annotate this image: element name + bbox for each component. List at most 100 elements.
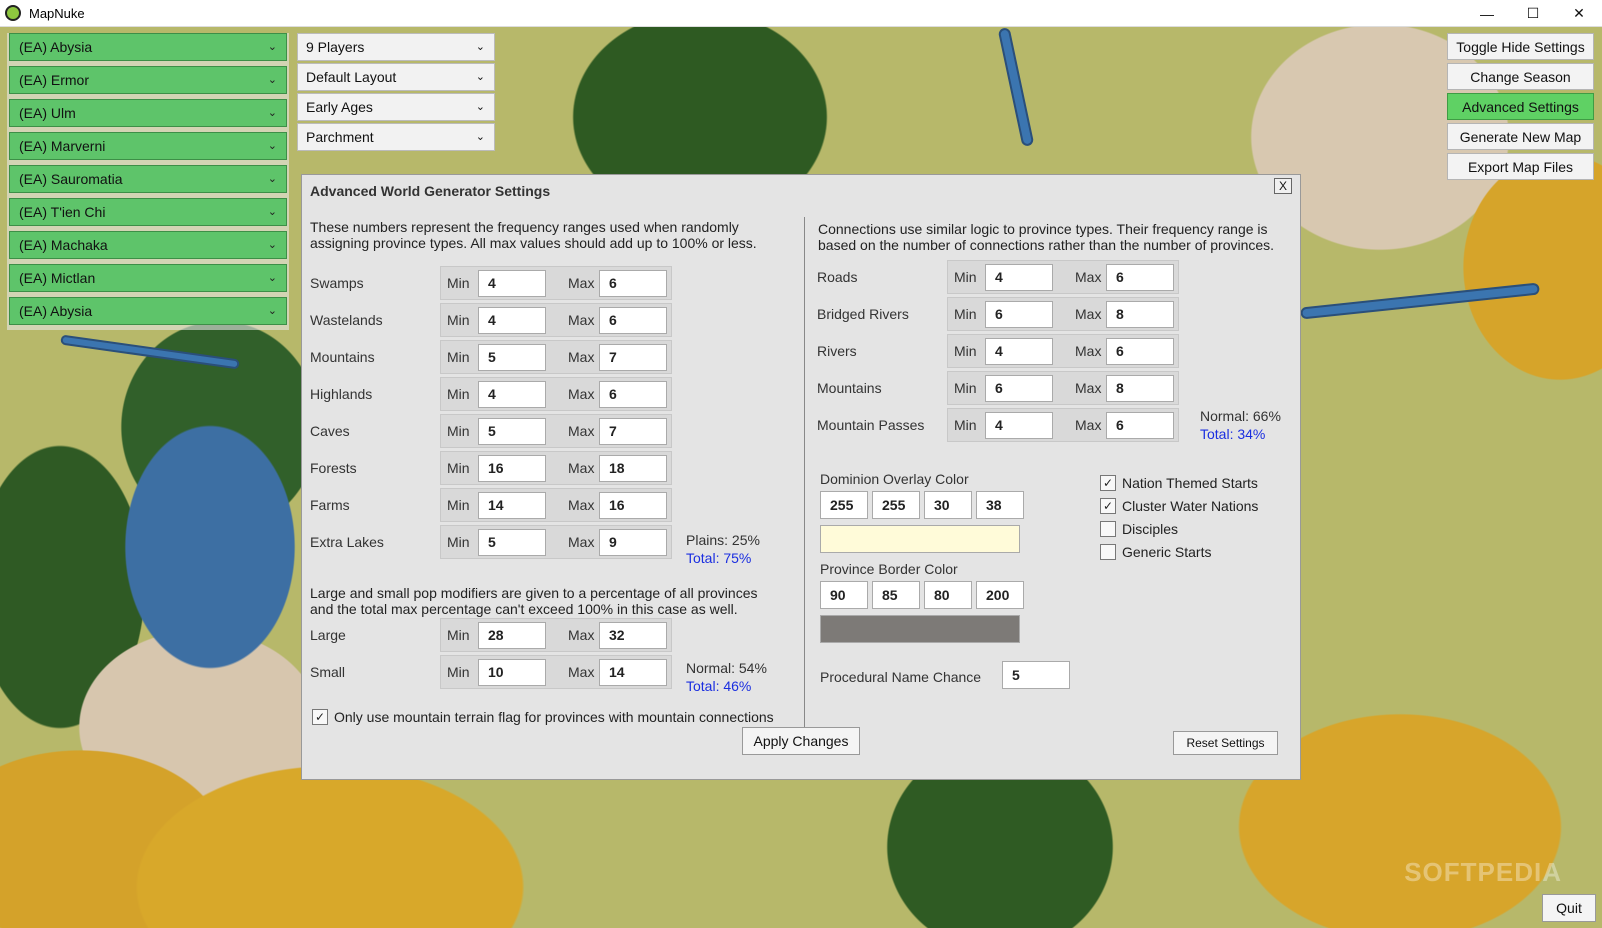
nation-dropdown[interactable]: (EA) Abysia ⌄ xyxy=(9,297,287,325)
max-label: Max xyxy=(1075,417,1102,433)
quit-button[interactable]: Quit xyxy=(1542,894,1596,922)
range-inputs: Min 4 Max 6 xyxy=(947,334,1179,368)
max-input[interactable]: 6 xyxy=(1106,411,1174,439)
min-input[interactable]: 5 xyxy=(478,343,546,371)
generate-new-map-button[interactable]: Generate New Map xyxy=(1447,123,1594,150)
minimize-icon[interactable]: — xyxy=(1464,0,1510,27)
min-input[interactable]: 5 xyxy=(478,528,546,556)
range-row: Caves Min 5 Max 7 xyxy=(310,413,672,449)
color-channel-input[interactable]: 200 xyxy=(976,581,1024,609)
min-input[interactable]: 16 xyxy=(478,454,546,482)
mountain-flag-option[interactable]: ✓ Only use mountain terrain flag for pro… xyxy=(312,709,774,725)
color-channel-input[interactable]: 255 xyxy=(872,491,920,519)
chevron-down-icon: ⌄ xyxy=(475,131,485,143)
plains-total: Total: 75% xyxy=(686,550,752,566)
mountain-flag-checkbox[interactable]: ✓ xyxy=(312,709,328,725)
min-input[interactable]: 4 xyxy=(478,380,546,408)
max-input[interactable]: 7 xyxy=(599,417,667,445)
plains-stat: Plains: 25% Total: 75% xyxy=(686,531,760,567)
range-row: Large Min 28 Max 32 xyxy=(310,617,672,653)
age-dropdown[interactable]: Early Ages ⌄ xyxy=(297,93,495,121)
option-row[interactable]: Generic Starts xyxy=(1100,544,1211,560)
nation-dropdown[interactable]: (EA) T'ien Chi ⌄ xyxy=(9,198,287,226)
max-input[interactable]: 18 xyxy=(599,454,667,482)
min-input[interactable]: 4 xyxy=(478,269,546,297)
toggle-hide-settings-button[interactable]: Toggle Hide Settings xyxy=(1447,33,1594,60)
min-input[interactable]: 10 xyxy=(478,658,546,686)
option-checkbox[interactable] xyxy=(1100,521,1116,537)
nation-value: (EA) Marverni xyxy=(19,138,106,154)
nation-dropdown[interactable]: (EA) Mictlan ⌄ xyxy=(9,264,287,292)
maximize-icon[interactable]: ☐ xyxy=(1510,0,1556,27)
nation-dropdown[interactable]: (EA) Machaka ⌄ xyxy=(9,231,287,259)
min-label: Min xyxy=(447,349,470,365)
option-row[interactable]: ✓ Cluster Water Nations xyxy=(1100,498,1258,514)
players-dropdown[interactable]: 9 Players ⌄ xyxy=(297,33,495,61)
style-dropdown[interactable]: Parchment ⌄ xyxy=(297,123,495,151)
max-input[interactable]: 7 xyxy=(599,343,667,371)
export-map-files-button[interactable]: Export Map Files xyxy=(1447,153,1594,180)
max-input[interactable]: 6 xyxy=(599,306,667,334)
range-row: Farms Min 14 Max 16 xyxy=(310,487,672,523)
min-input[interactable]: 14 xyxy=(478,491,546,519)
nation-dropdown[interactable]: (EA) Abysia ⌄ xyxy=(9,33,287,61)
color-channel-input[interactable]: 85 xyxy=(872,581,920,609)
min-label: Min xyxy=(954,269,977,285)
chevron-down-icon: ⌄ xyxy=(475,101,485,113)
option-checkbox[interactable]: ✓ xyxy=(1100,498,1116,514)
option-row[interactable]: ✓ Nation Themed Starts xyxy=(1100,475,1258,491)
range-label: Caves xyxy=(310,423,350,439)
nation-value: (EA) T'ien Chi xyxy=(19,204,106,220)
players-value: 9 Players xyxy=(306,39,365,55)
advanced-settings-button[interactable]: Advanced Settings xyxy=(1447,93,1594,120)
range-label: Large xyxy=(310,627,346,643)
max-input[interactable]: 32 xyxy=(599,621,667,649)
nation-dropdown[interactable]: (EA) Ermor ⌄ xyxy=(9,66,287,94)
min-input[interactable]: 4 xyxy=(478,306,546,334)
nation-dropdown[interactable]: (EA) Marverni ⌄ xyxy=(9,132,287,160)
option-checkbox[interactable] xyxy=(1100,544,1116,560)
chevron-down-icon: ⌄ xyxy=(267,140,277,152)
max-input[interactable]: 14 xyxy=(599,658,667,686)
name-chance-input[interactable]: 5 xyxy=(1002,661,1070,689)
chevron-down-icon: ⌄ xyxy=(475,71,485,83)
max-input[interactable]: 6 xyxy=(1106,337,1174,365)
reset-settings-button[interactable]: Reset Settings xyxy=(1173,731,1278,755)
dialog-close-button[interactable]: X xyxy=(1274,178,1292,194)
max-input[interactable]: 8 xyxy=(1106,374,1174,402)
app-icon xyxy=(5,5,21,21)
layout-dropdown[interactable]: Default Layout ⌄ xyxy=(297,63,495,91)
max-input[interactable]: 6 xyxy=(599,380,667,408)
nation-dropdown[interactable]: (EA) Sauromatia ⌄ xyxy=(9,165,287,193)
range-inputs: Min 6 Max 8 xyxy=(947,371,1179,405)
apply-changes-button[interactable]: Apply Changes xyxy=(742,727,860,755)
min-input[interactable]: 5 xyxy=(478,417,546,445)
max-input[interactable]: 8 xyxy=(1106,300,1174,328)
min-label: Min xyxy=(447,312,470,328)
color-channel-input[interactable]: 255 xyxy=(820,491,868,519)
min-input[interactable]: 4 xyxy=(985,263,1053,291)
color-channel-input[interactable]: 38 xyxy=(976,491,1024,519)
option-row[interactable]: Disciples xyxy=(1100,521,1178,537)
min-input[interactable]: 4 xyxy=(985,337,1053,365)
color-channel-input[interactable]: 80 xyxy=(924,581,972,609)
min-input[interactable]: 4 xyxy=(985,411,1053,439)
change-season-button[interactable]: Change Season xyxy=(1447,63,1594,90)
min-input[interactable]: 6 xyxy=(985,374,1053,402)
close-icon[interactable]: ✕ xyxy=(1556,0,1602,27)
min-input[interactable]: 6 xyxy=(985,300,1053,328)
nation-value: (EA) Ermor xyxy=(19,72,89,88)
max-input[interactable]: 6 xyxy=(599,269,667,297)
max-input[interactable]: 6 xyxy=(1106,263,1174,291)
max-input[interactable]: 9 xyxy=(599,528,667,556)
range-row: Forests Min 16 Max 18 xyxy=(310,450,672,486)
option-checkbox[interactable]: ✓ xyxy=(1100,475,1116,491)
range-row: Mountains Min 5 Max 7 xyxy=(310,339,672,375)
min-input[interactable]: 28 xyxy=(478,621,546,649)
max-input[interactable]: 16 xyxy=(599,491,667,519)
min-label: Min xyxy=(447,497,470,513)
color-channel-input[interactable]: 90 xyxy=(820,581,868,609)
nation-dropdown[interactable]: (EA) Ulm ⌄ xyxy=(9,99,287,127)
max-label: Max xyxy=(1075,269,1102,285)
color-channel-input[interactable]: 30 xyxy=(924,491,972,519)
